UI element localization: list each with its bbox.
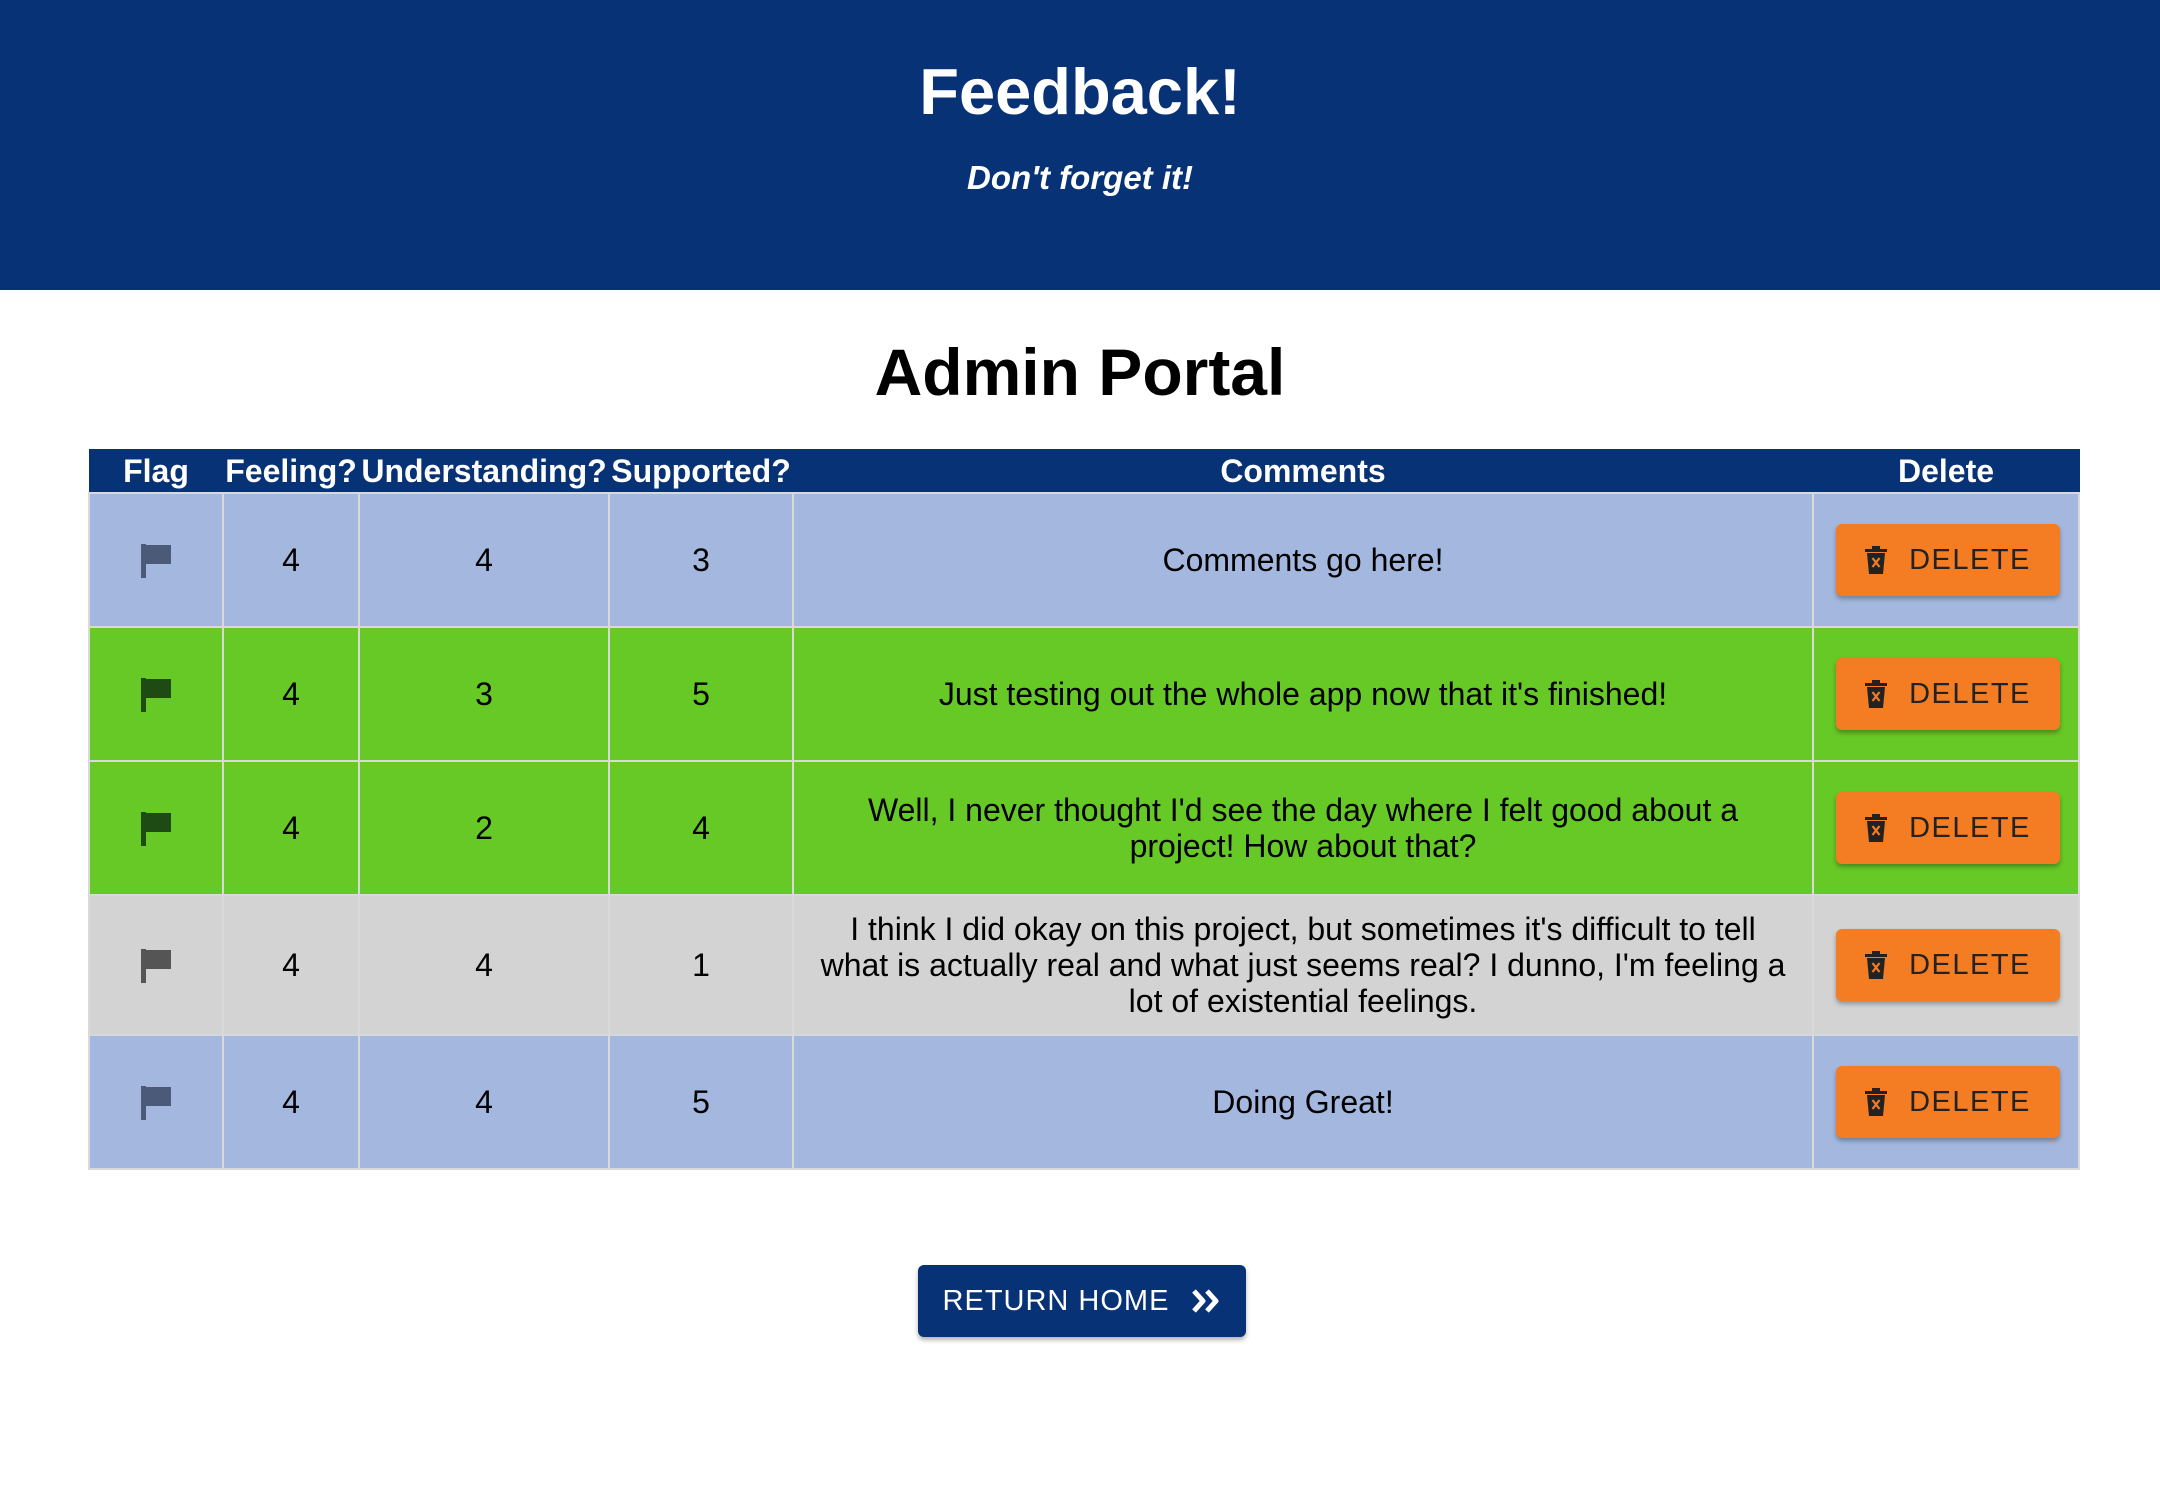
double-chevron-right-icon xyxy=(1191,1288,1221,1314)
feeling-cell: 4 xyxy=(222,626,360,762)
column-header-feeling: Feeling? xyxy=(222,449,360,494)
column-header-flag: Flag xyxy=(88,449,224,494)
supported-cell: 1 xyxy=(608,894,794,1036)
flag-icon[interactable] xyxy=(112,676,200,712)
column-header-comments: Comments xyxy=(792,449,1814,494)
comments-cell: Doing Great! xyxy=(792,1034,1814,1170)
flag-cell xyxy=(88,492,224,628)
supported-cell: 4 xyxy=(608,760,794,896)
app-title: Feedback! xyxy=(919,55,1241,128)
delete-button[interactable]: DELETE xyxy=(1836,524,2060,596)
app-subtitle: Don't forget it! xyxy=(967,159,1193,196)
delete-button[interactable]: DELETE xyxy=(1836,1066,2060,1138)
flag-cell xyxy=(88,1034,224,1170)
flag-cell xyxy=(88,760,224,896)
supported-cell: 5 xyxy=(608,1034,794,1170)
trash-icon xyxy=(1865,814,1888,842)
column-header-supported: Supported? xyxy=(608,449,794,494)
table-row: 4 3 5 Just testing out the whole app now… xyxy=(88,626,2080,762)
feedback-table: Flag Feeling? Understanding? Supported? … xyxy=(88,449,2080,1170)
understanding-cell: 4 xyxy=(358,894,610,1036)
delete-button[interactable]: DELETE xyxy=(1836,929,2060,1001)
table-body: 4 4 3 Comments go here! DELETE 4 3 5 Jus… xyxy=(88,492,2080,1170)
column-header-understanding: Understanding? xyxy=(358,449,610,494)
trash-icon xyxy=(1865,951,1888,979)
flag-icon[interactable] xyxy=(112,947,200,983)
table-row: 4 2 4 Well, I never thought I'd see the … xyxy=(88,760,2080,896)
supported-cell: 5 xyxy=(608,626,794,762)
feedback-table-container: Flag Feeling? Understanding? Supported? … xyxy=(88,449,2080,1170)
understanding-cell: 4 xyxy=(358,1034,610,1170)
feeling-cell: 4 xyxy=(222,894,360,1036)
comments-cell: Just testing out the whole app now that … xyxy=(792,626,1814,762)
understanding-cell: 4 xyxy=(358,492,610,628)
delete-cell: DELETE xyxy=(1812,492,2080,628)
page-title: Admin Portal xyxy=(874,335,1286,409)
table-row: 4 4 3 Comments go here! DELETE xyxy=(88,492,2080,628)
understanding-cell: 3 xyxy=(358,626,610,762)
flag-cell xyxy=(88,894,224,1036)
understanding-cell: 2 xyxy=(358,760,610,896)
table-header-row: Flag Feeling? Understanding? Supported? … xyxy=(88,449,2080,494)
delete-button-label: DELETE xyxy=(1909,949,2031,981)
feeling-cell: 4 xyxy=(222,1034,360,1170)
app-header: Feedback! Don't forget it! xyxy=(0,0,2160,290)
delete-button[interactable]: DELETE xyxy=(1836,658,2060,730)
return-home-label: RETURN HOME xyxy=(942,1284,1170,1317)
trash-icon xyxy=(1865,680,1888,708)
table-row: 4 4 5 Doing Great! DELETE xyxy=(88,1034,2080,1170)
flag-cell xyxy=(88,626,224,762)
comments-cell: Comments go here! xyxy=(792,492,1814,628)
delete-cell: DELETE xyxy=(1812,626,2080,762)
flag-icon[interactable] xyxy=(112,810,200,846)
table-row: 4 4 1 I think I did okay on this project… xyxy=(88,894,2080,1036)
flag-icon[interactable] xyxy=(112,1084,200,1120)
trash-icon xyxy=(1865,1088,1888,1116)
delete-button[interactable]: DELETE xyxy=(1836,792,2060,864)
delete-button-label: DELETE xyxy=(1909,1086,2031,1118)
delete-button-label: DELETE xyxy=(1909,812,2031,844)
flag-icon[interactable] xyxy=(112,542,200,578)
supported-cell: 3 xyxy=(608,492,794,628)
delete-cell: DELETE xyxy=(1812,894,2080,1036)
delete-button-label: DELETE xyxy=(1909,544,2031,576)
feeling-cell: 4 xyxy=(222,492,360,628)
delete-cell: DELETE xyxy=(1812,1034,2080,1170)
delete-button-label: DELETE xyxy=(1909,678,2031,710)
return-home-button[interactable]: RETURN HOME xyxy=(918,1265,1246,1337)
comments-cell: Well, I never thought I'd see the day wh… xyxy=(792,760,1814,896)
trash-icon xyxy=(1865,546,1888,574)
delete-cell: DELETE xyxy=(1812,760,2080,896)
column-header-delete: Delete xyxy=(1812,449,2080,494)
feeling-cell: 4 xyxy=(222,760,360,896)
comments-cell: I think I did okay on this project, but … xyxy=(792,894,1814,1036)
